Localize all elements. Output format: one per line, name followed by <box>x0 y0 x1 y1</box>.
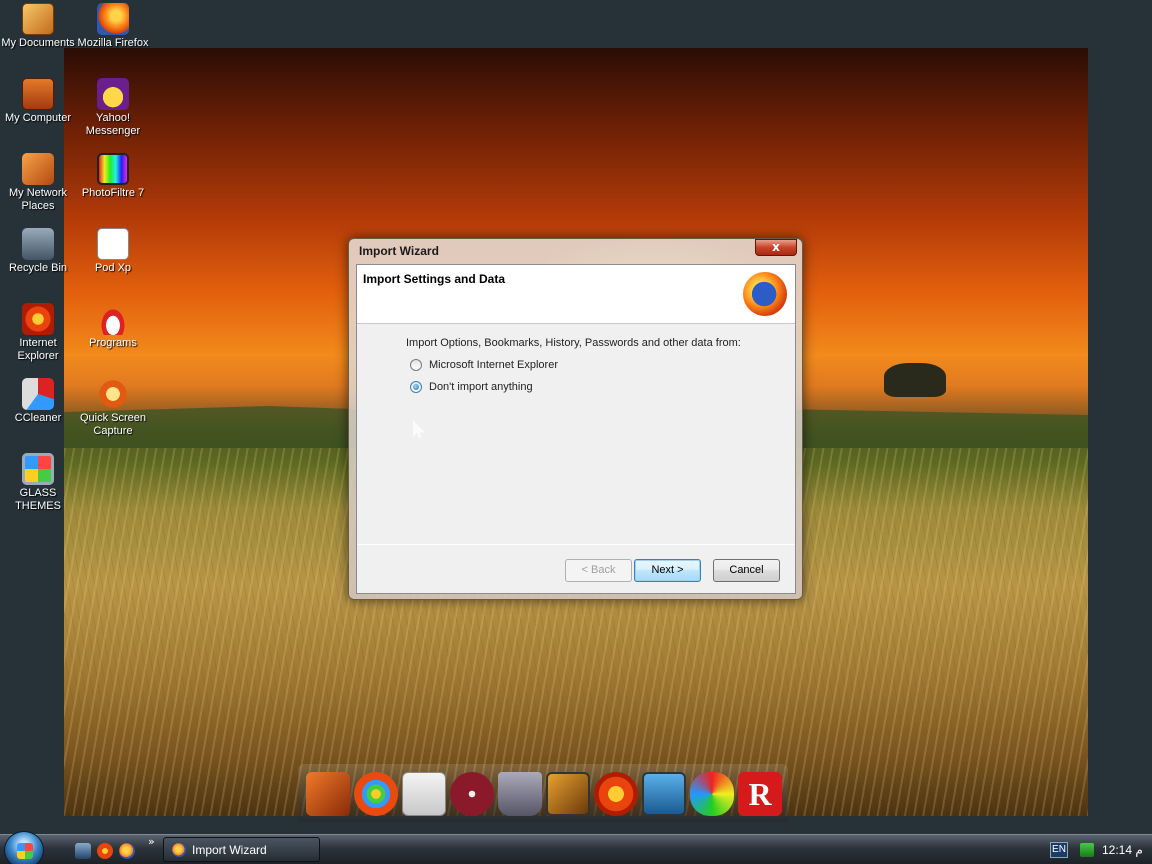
desktop-icon-firefox[interactable]: Mozilla Firefox <box>75 3 151 50</box>
media-player-icon[interactable] <box>306 772 350 816</box>
firefox-icon[interactable] <box>119 843 135 859</box>
desktop-icon-yahoo-messenger[interactable]: Yahoo! Messenger <box>75 78 151 138</box>
next-button[interactable]: Next > <box>634 559 701 582</box>
ccleaner-icon <box>22 378 54 410</box>
button-separator <box>357 544 795 545</box>
paint-icon[interactable] <box>690 772 734 816</box>
laptop-icon[interactable] <box>642 772 686 816</box>
desktop-icon-network-places[interactable]: My Network Places <box>0 153 76 213</box>
desktop-icon-pod-xp[interactable]: Pod Xp <box>75 228 151 275</box>
programs-icon <box>97 303 129 335</box>
internet-explorer-icon[interactable] <box>97 843 113 859</box>
firefox-logo-icon <box>743 272 787 316</box>
radio-internet-explorer[interactable] <box>410 359 422 371</box>
my-computer-icon <box>22 78 54 110</box>
dialog-header: Import Settings and Data <box>357 265 795 324</box>
option-label: Microsoft Internet Explorer <box>429 359 558 371</box>
show-desktop-icon[interactable] <box>75 843 91 859</box>
desktop-icon-internet-explorer[interactable]: Internet Explorer <box>0 303 76 363</box>
system-clock[interactable]: 12:14 م <box>1102 843 1143 857</box>
import-source-label: Import Options, Bookmarks, History, Pass… <box>406 337 741 349</box>
desktop-icon-quick-screen-capture[interactable]: Quick Screen Capture <box>75 378 151 438</box>
taskbar-button-import-wizard[interactable]: Import Wizard <box>163 837 320 862</box>
r-app-icon[interactable]: R <box>738 772 782 816</box>
mouse-cursor-icon <box>413 420 425 438</box>
cancel-button[interactable]: Cancel <box>713 559 780 582</box>
pod-xp-icon <box>97 228 129 260</box>
desktop-icon-photofiltre[interactable]: PhotoFiltre 7 <box>75 153 151 200</box>
internet-explorer-icon <box>22 303 54 335</box>
option-internet-explorer[interactable]: Microsoft Internet Explorer <box>410 357 558 373</box>
quicklaunch-chevron-icon[interactable]: » <box>148 835 155 848</box>
recycle-bin-icon <box>22 228 54 260</box>
internet-explorer-icon[interactable] <box>594 772 638 816</box>
disk-drive-icon[interactable] <box>402 772 446 816</box>
back-button[interactable]: < Back <box>565 559 632 582</box>
start-button[interactable] <box>4 831 44 864</box>
desktop-icon-programs[interactable]: Programs <box>75 303 151 350</box>
windows-logo-icon[interactable] <box>354 772 398 816</box>
network-places-icon <box>22 153 54 185</box>
quick-screen-capture-icon <box>97 378 129 410</box>
desktop-icon-recycle-bin[interactable]: Recycle Bin <box>0 228 76 275</box>
dialog-title: Import Wizard <box>359 244 439 258</box>
taskbar: » Import Wizard EN 12:14 م <box>0 831 1152 864</box>
language-indicator[interactable]: EN <box>1050 842 1068 858</box>
wallpaper-tree <box>884 363 946 397</box>
option-dont-import[interactable]: Don't import anything <box>410 379 533 395</box>
desktop-icon-ccleaner[interactable]: CCleaner <box>0 378 76 425</box>
firefox-icon <box>172 842 186 857</box>
taskbar-button-label: Import Wizard <box>192 842 267 857</box>
recycle-bin-icon[interactable] <box>498 772 542 816</box>
close-button[interactable]: x <box>755 239 797 256</box>
photo-gallery-icon[interactable] <box>546 772 590 816</box>
dvd-icon[interactable] <box>450 772 494 816</box>
security-shield-icon[interactable] <box>1080 843 1094 857</box>
firefox-icon <box>97 3 129 35</box>
option-label: Don't import anything <box>429 381 533 393</box>
my-documents-icon <box>22 3 54 35</box>
close-icon: x <box>772 240 780 254</box>
dialog-body: Import Settings and Data Import Options,… <box>356 264 796 594</box>
desktop-icon-my-documents[interactable]: My Documents <box>0 3 76 50</box>
photofiltre-icon <box>97 153 129 185</box>
radio-dont-import[interactable] <box>410 381 422 393</box>
dialog-header-title: Import Settings and Data <box>363 272 506 286</box>
desktop-icon-my-computer[interactable]: My Computer <box>0 78 76 125</box>
import-wizard-dialog: Import Wizard x Import Settings and Data… <box>348 238 803 600</box>
application-dock: R <box>298 764 788 822</box>
desktop-icon-glass-themes[interactable]: GLASS THEMES <box>0 453 76 513</box>
glass-themes-icon <box>22 453 54 485</box>
yahoo-messenger-icon <box>97 78 129 110</box>
